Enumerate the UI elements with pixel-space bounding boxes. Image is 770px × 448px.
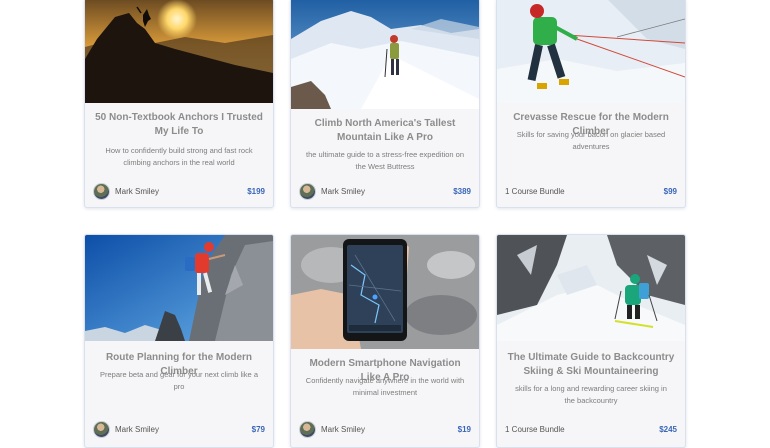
course-description: Prepare beta and gear for your next clim… — [99, 370, 258, 391]
course-footer: 1 Course Bundle $99 — [505, 183, 677, 199]
course-description: How to confidently build strong and fast… — [105, 146, 253, 167]
course-card[interactable]: Climb North America's Tallest Mountain L… — [290, 0, 480, 208]
snowy-ridge-climber-photo[interactable] — [291, 0, 479, 109]
course-footer: Mark Smiley $199 — [93, 182, 265, 200]
course-description: the ultimate guide to a stress-free expe… — [305, 150, 464, 171]
author-name: Mark Smiley — [115, 186, 160, 196]
course-description: Skills for saving your bacon on glacier … — [516, 130, 666, 151]
author-name: Mark Smiley — [321, 424, 366, 434]
author: Mark Smiley — [299, 420, 366, 438]
price: $199 — [247, 186, 265, 196]
course-title[interactable]: Climb North America's Tallest Mountain L… — [301, 117, 469, 145]
smartphone-map-photo[interactable] — [291, 235, 479, 349]
backcountry-skier-photo[interactable] — [497, 235, 685, 341]
course-card[interactable]: Route Planning for the Modern Climber Pr… — [84, 234, 274, 448]
avatar — [93, 182, 110, 200]
price: $79 — [251, 424, 265, 434]
author-name: Mark Smiley — [321, 186, 366, 196]
rock-climber-blue-sky-photo[interactable] — [85, 235, 273, 341]
course-footer: 1 Course Bundle $245 — [505, 421, 677, 437]
course-title[interactable]: The Ultimate Guide to Backcountry Skiing… — [507, 351, 675, 379]
price: $99 — [663, 186, 677, 196]
course-description: skills for a long and rewarding career s… — [515, 384, 667, 405]
bundle-label: 1 Course Bundle — [505, 424, 565, 434]
course-footer: Mark Smiley $389 — [299, 182, 471, 200]
avatar — [299, 182, 316, 200]
avatar — [299, 420, 316, 438]
course-title[interactable]: 50 Non-Textbook Anchors I Trusted My Lif… — [95, 111, 263, 139]
bundle-label: 1 Course Bundle — [505, 186, 565, 196]
course-card[interactable]: The Ultimate Guide to Backcountry Skiing… — [496, 234, 686, 448]
author: Mark Smiley — [93, 182, 160, 200]
price: $389 — [453, 186, 471, 196]
price: $245 — [659, 424, 677, 434]
course-footer: Mark Smiley $19 — [299, 420, 471, 438]
author-name: Mark Smiley — [115, 424, 160, 434]
avatar — [93, 420, 110, 438]
course-card[interactable]: Crevasse Rescue for the Modern Climber S… — [496, 0, 686, 208]
price: $19 — [457, 424, 471, 434]
summit-sunset-photo[interactable] — [85, 0, 273, 103]
course-card[interactable]: 50 Non-Textbook Anchors I Trusted My Lif… — [84, 0, 274, 208]
crevasse-rescue-photo[interactable] — [497, 0, 685, 103]
author: Mark Smiley — [93, 420, 160, 438]
course-description: Confidently navigate anywhere in the wor… — [305, 376, 465, 397]
author: Mark Smiley — [299, 182, 366, 200]
course-card[interactable]: Modern Smartphone Navigation Like A Pro … — [290, 234, 480, 448]
course-footer: Mark Smiley $79 — [93, 420, 265, 438]
